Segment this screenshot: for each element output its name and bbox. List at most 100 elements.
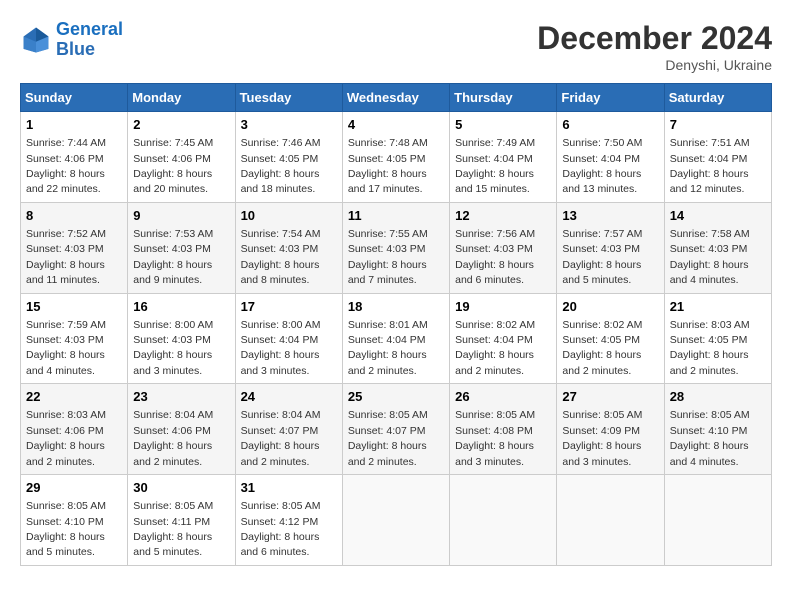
day-info: Sunrise: 7:54 AM Sunset: 4:03 PM Dayligh… bbox=[241, 228, 321, 286]
day-number: 2 bbox=[133, 116, 229, 134]
calendar-cell: 7 Sunrise: 7:51 AM Sunset: 4:04 PM Daylig… bbox=[664, 112, 771, 203]
day-number: 20 bbox=[562, 298, 658, 316]
day-number: 23 bbox=[133, 388, 229, 406]
calendar-cell: 8 Sunrise: 7:52 AM Sunset: 4:03 PM Daylig… bbox=[21, 202, 128, 293]
day-info: Sunrise: 7:51 AM Sunset: 4:04 PM Dayligh… bbox=[670, 137, 750, 195]
calendar-cell: 16Sunrise: 8:00 AM Sunset: 4:03 PM Dayli… bbox=[128, 293, 235, 384]
calendar-cell: 15Sunrise: 7:59 AM Sunset: 4:03 PM Dayli… bbox=[21, 293, 128, 384]
logo-general: General bbox=[56, 19, 123, 39]
calendar-cell: 23Sunrise: 8:04 AM Sunset: 4:06 PM Dayli… bbox=[128, 384, 235, 475]
day-number: 7 bbox=[670, 116, 766, 134]
calendar-week-2: 8 Sunrise: 7:52 AM Sunset: 4:03 PM Daylig… bbox=[21, 202, 772, 293]
day-number: 18 bbox=[348, 298, 444, 316]
calendar-cell: 22 Sunrise: 8:03 AM Sunset: 4:06 PM Dayli… bbox=[21, 384, 128, 475]
calendar-cell: 21Sunrise: 8:03 AM Sunset: 4:05 PM Dayli… bbox=[664, 293, 771, 384]
day-info: Sunrise: 7:48 AM Sunset: 4:05 PM Dayligh… bbox=[348, 137, 428, 195]
day-number: 21 bbox=[670, 298, 766, 316]
logo: General Blue bbox=[20, 20, 123, 60]
day-info: Sunrise: 8:05 AM Sunset: 4:09 PM Dayligh… bbox=[562, 409, 642, 467]
day-number: 24 bbox=[241, 388, 337, 406]
day-info: Sunrise: 8:05 AM Sunset: 4:10 PM Dayligh… bbox=[26, 500, 106, 558]
calendar-cell: 30 Sunrise: 8:05 AM Sunset: 4:11 PM Dayli… bbox=[128, 475, 235, 566]
calendar-cell: 19 Sunrise: 8:02 AM Sunset: 4:04 PM Dayli… bbox=[450, 293, 557, 384]
calendar-cell bbox=[450, 475, 557, 566]
day-number: 26 bbox=[455, 388, 551, 406]
day-info: Sunrise: 8:04 AM Sunset: 4:07 PM Dayligh… bbox=[241, 409, 321, 467]
day-info: Sunrise: 8:00 AM Sunset: 4:04 PM Dayligh… bbox=[241, 319, 321, 377]
day-info: Sunrise: 7:52 AM Sunset: 4:03 PM Dayligh… bbox=[26, 228, 106, 286]
logo-icon bbox=[20, 24, 52, 56]
col-header-monday: Monday bbox=[128, 84, 235, 112]
day-number: 5 bbox=[455, 116, 551, 134]
day-number: 12 bbox=[455, 207, 551, 225]
day-number: 22 bbox=[26, 388, 122, 406]
day-info: Sunrise: 7:44 AM Sunset: 4:06 PM Dayligh… bbox=[26, 137, 106, 195]
day-info: Sunrise: 8:02 AM Sunset: 4:05 PM Dayligh… bbox=[562, 319, 642, 377]
calendar-cell: 20 Sunrise: 8:02 AM Sunset: 4:05 PM Dayli… bbox=[557, 293, 664, 384]
day-number: 14 bbox=[670, 207, 766, 225]
calendar-cell: 3 Sunrise: 7:46 AM Sunset: 4:05 PM Daylig… bbox=[235, 112, 342, 203]
day-info: Sunrise: 8:05 AM Sunset: 4:07 PM Dayligh… bbox=[348, 409, 428, 467]
col-header-wednesday: Wednesday bbox=[342, 84, 449, 112]
calendar-week-3: 15Sunrise: 7:59 AM Sunset: 4:03 PM Dayli… bbox=[21, 293, 772, 384]
day-info: Sunrise: 7:45 AM Sunset: 4:06 PM Dayligh… bbox=[133, 137, 213, 195]
day-info: Sunrise: 8:00 AM Sunset: 4:03 PM Dayligh… bbox=[133, 319, 213, 377]
day-number: 11 bbox=[348, 207, 444, 225]
day-info: Sunrise: 8:05 AM Sunset: 4:11 PM Dayligh… bbox=[133, 500, 213, 558]
day-number: 13 bbox=[562, 207, 658, 225]
day-number: 4 bbox=[348, 116, 444, 134]
day-info: Sunrise: 7:59 AM Sunset: 4:03 PM Dayligh… bbox=[26, 319, 106, 377]
calendar-cell: 18Sunrise: 8:01 AM Sunset: 4:04 PM Dayli… bbox=[342, 293, 449, 384]
day-info: Sunrise: 8:02 AM Sunset: 4:04 PM Dayligh… bbox=[455, 319, 535, 377]
calendar-week-1: 1 Sunrise: 7:44 AM Sunset: 4:06 PM Daylig… bbox=[21, 112, 772, 203]
calendar-cell: 13 Sunrise: 7:57 AM Sunset: 4:03 PM Dayli… bbox=[557, 202, 664, 293]
calendar-cell bbox=[557, 475, 664, 566]
calendar-cell: 5Sunrise: 7:49 AM Sunset: 4:04 PM Daylig… bbox=[450, 112, 557, 203]
logo-blue: Blue bbox=[56, 39, 95, 59]
day-info: Sunrise: 7:46 AM Sunset: 4:05 PM Dayligh… bbox=[241, 137, 321, 195]
calendar-week-4: 22 Sunrise: 8:03 AM Sunset: 4:06 PM Dayli… bbox=[21, 384, 772, 475]
calendar-body: 1 Sunrise: 7:44 AM Sunset: 4:06 PM Daylig… bbox=[21, 112, 772, 566]
calendar-cell: 27Sunrise: 8:05 AM Sunset: 4:09 PM Dayli… bbox=[557, 384, 664, 475]
calendar-cell: 17Sunrise: 8:00 AM Sunset: 4:04 PM Dayli… bbox=[235, 293, 342, 384]
col-header-thursday: Thursday bbox=[450, 84, 557, 112]
calendar-cell bbox=[664, 475, 771, 566]
month-title: December 2024 bbox=[537, 20, 772, 57]
day-number: 6 bbox=[562, 116, 658, 134]
calendar-cell: 6 Sunrise: 7:50 AM Sunset: 4:04 PM Daylig… bbox=[557, 112, 664, 203]
col-header-friday: Friday bbox=[557, 84, 664, 112]
day-number: 1 bbox=[26, 116, 122, 134]
calendar-cell: 14 Sunrise: 7:58 AM Sunset: 4:03 PM Dayli… bbox=[664, 202, 771, 293]
day-number: 28 bbox=[670, 388, 766, 406]
calendar-cell: 12 Sunrise: 7:56 AM Sunset: 4:03 PM Dayli… bbox=[450, 202, 557, 293]
col-header-sunday: Sunday bbox=[21, 84, 128, 112]
day-info: Sunrise: 7:50 AM Sunset: 4:04 PM Dayligh… bbox=[562, 137, 642, 195]
day-number: 9 bbox=[133, 207, 229, 225]
day-info: Sunrise: 7:58 AM Sunset: 4:03 PM Dayligh… bbox=[670, 228, 750, 286]
day-info: Sunrise: 7:57 AM Sunset: 4:03 PM Dayligh… bbox=[562, 228, 642, 286]
calendar-cell: 31 Sunrise: 8:05 AM Sunset: 4:12 PM Dayli… bbox=[235, 475, 342, 566]
title-block: December 2024 Denyshi, Ukraine bbox=[537, 20, 772, 73]
calendar-cell bbox=[342, 475, 449, 566]
day-info: Sunrise: 7:55 AM Sunset: 4:03 PM Dayligh… bbox=[348, 228, 428, 286]
day-number: 8 bbox=[26, 207, 122, 225]
day-number: 31 bbox=[241, 479, 337, 497]
day-number: 25 bbox=[348, 388, 444, 406]
day-number: 3 bbox=[241, 116, 337, 134]
day-number: 10 bbox=[241, 207, 337, 225]
day-info: Sunrise: 7:53 AM Sunset: 4:03 PM Dayligh… bbox=[133, 228, 213, 286]
calendar-cell: 29Sunrise: 8:05 AM Sunset: 4:10 PM Dayli… bbox=[21, 475, 128, 566]
calendar-cell: 26Sunrise: 8:05 AM Sunset: 4:08 PM Dayli… bbox=[450, 384, 557, 475]
calendar-cell: 25 Sunrise: 8:05 AM Sunset: 4:07 PM Dayli… bbox=[342, 384, 449, 475]
calendar-cell: 11 Sunrise: 7:55 AM Sunset: 4:03 PM Dayli… bbox=[342, 202, 449, 293]
calendar-header: SundayMondayTuesdayWednesdayThursdayFrid… bbox=[21, 84, 772, 112]
day-info: Sunrise: 7:56 AM Sunset: 4:03 PM Dayligh… bbox=[455, 228, 535, 286]
calendar-cell: 4 Sunrise: 7:48 AM Sunset: 4:05 PM Daylig… bbox=[342, 112, 449, 203]
day-number: 19 bbox=[455, 298, 551, 316]
calendar-cell: 9 Sunrise: 7:53 AM Sunset: 4:03 PM Daylig… bbox=[128, 202, 235, 293]
day-number: 30 bbox=[133, 479, 229, 497]
col-header-tuesday: Tuesday bbox=[235, 84, 342, 112]
logo-text: General Blue bbox=[56, 20, 123, 60]
day-info: Sunrise: 8:03 AM Sunset: 4:06 PM Dayligh… bbox=[26, 409, 106, 467]
day-info: Sunrise: 8:05 AM Sunset: 4:12 PM Dayligh… bbox=[241, 500, 321, 558]
